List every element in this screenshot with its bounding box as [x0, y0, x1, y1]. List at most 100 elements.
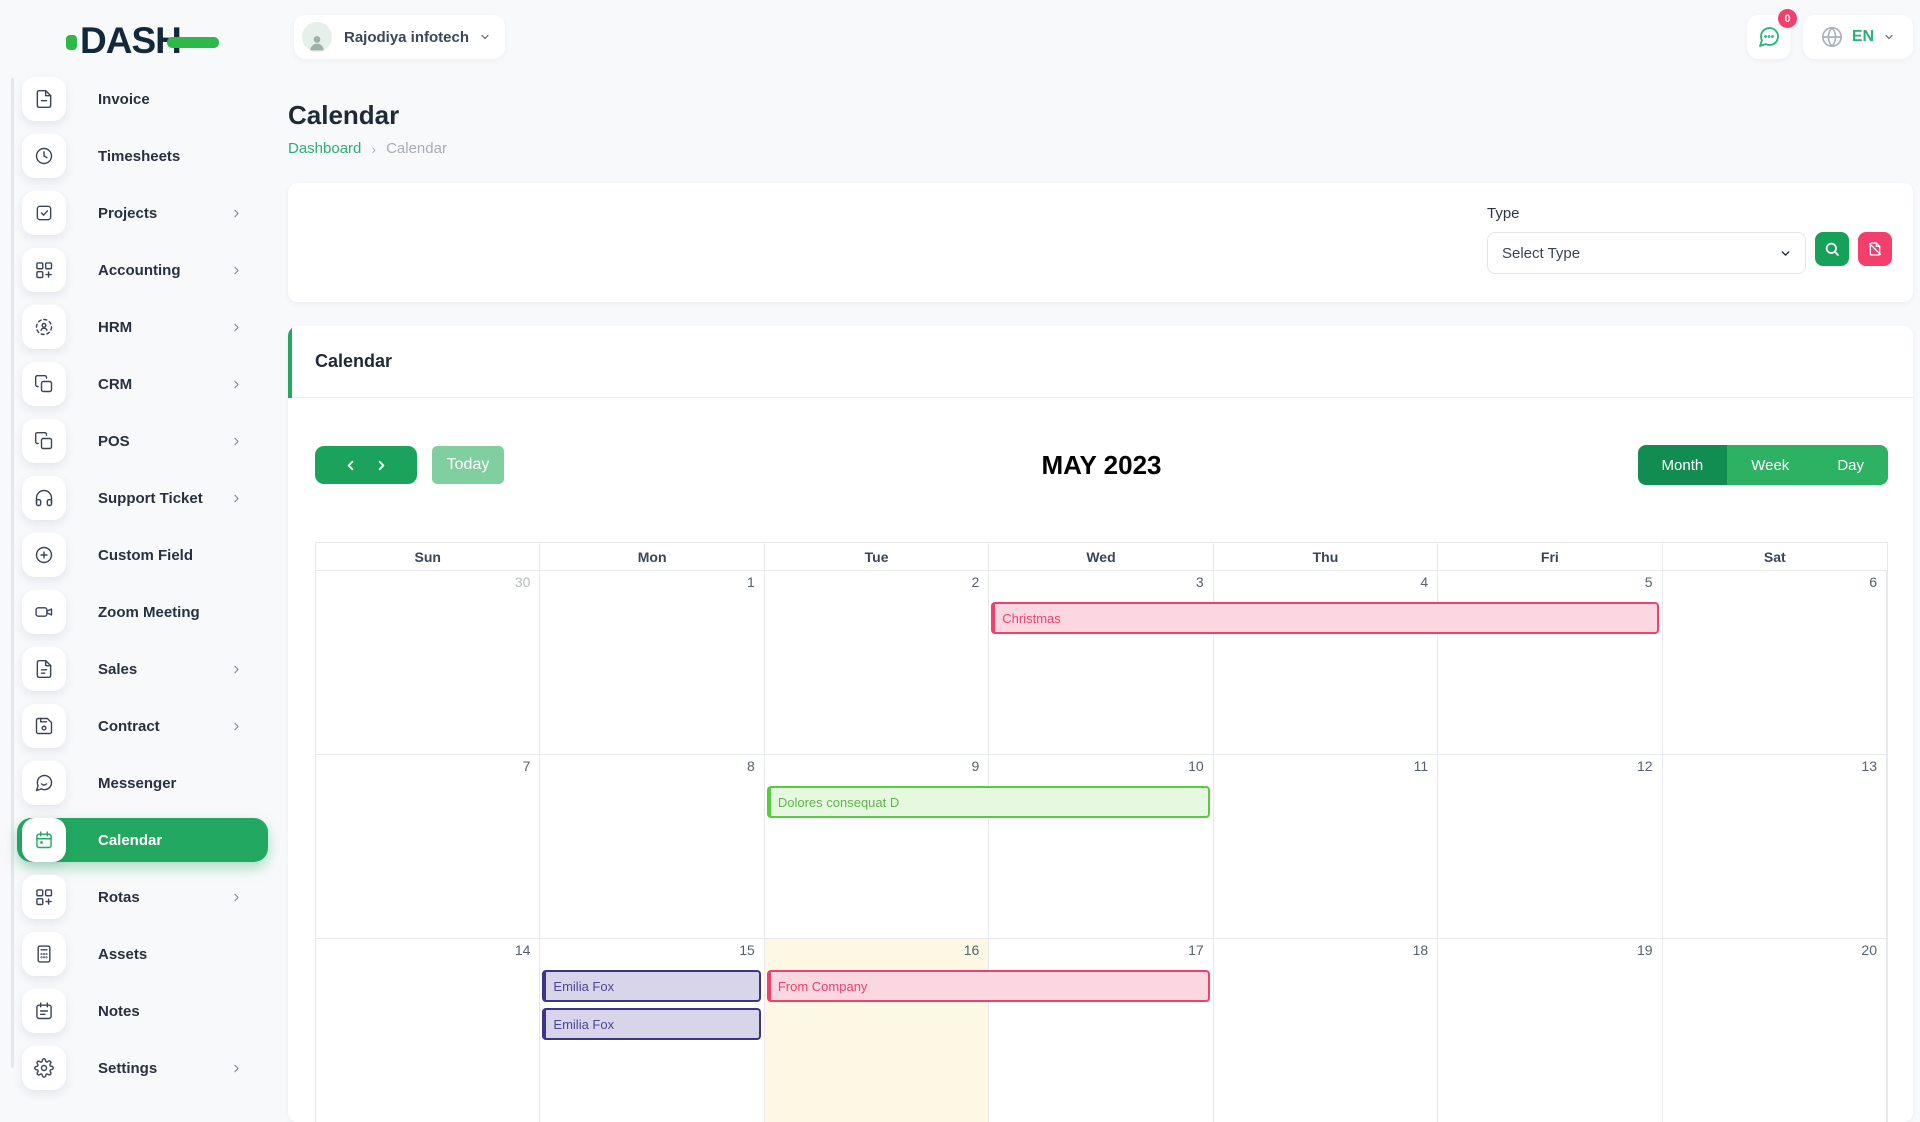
save-icon	[22, 704, 66, 748]
breadcrumb-dashboard-link[interactable]: Dashboard	[288, 140, 361, 157]
chevron-right-icon	[230, 207, 243, 220]
calendar-day-cell[interactable]: 14	[316, 939, 540, 1122]
type-select[interactable]: Select Type	[1487, 232, 1806, 274]
chevron-down-icon	[479, 31, 491, 43]
sidebar-item-zoom-meeting[interactable]: Zoom Meeting	[17, 590, 268, 634]
sidebar-item-label: Support Ticket	[98, 490, 203, 507]
sidebar-item-notes[interactable]: Notes	[17, 989, 268, 1033]
notification-badge: 0	[1778, 9, 1797, 28]
language-selector[interactable]: EN	[1803, 15, 1913, 59]
day-header-mon: Mon	[540, 543, 764, 570]
calendar-event[interactable]: Emilia Fox	[542, 1008, 760, 1040]
calendar-day-cell[interactable]: 2	[765, 571, 989, 754]
sidebar-item-sales[interactable]: Sales	[17, 647, 268, 691]
calendar-week-row: 78 9 1011 12 13 Dolores consequat D	[316, 754, 1887, 938]
search-icon	[1824, 241, 1840, 257]
calendar-grid: SunMonTueWedThuFriSat 30123456Christmas7…	[315, 542, 1888, 1122]
file-text-icon	[22, 647, 66, 691]
calendar-day-cell[interactable]: 12	[1438, 755, 1662, 938]
calendar-day-cell[interactable]: 30	[316, 571, 540, 754]
sidebar-item-timesheets[interactable]: Timesheets	[17, 134, 268, 178]
sidebar-item-label: Settings	[98, 1060, 157, 1077]
sidebar-item-messenger[interactable]: Messenger	[17, 761, 268, 805]
plus-circle-icon	[22, 533, 66, 577]
calendar-week-row: 30 12 3456Christmas	[316, 570, 1887, 754]
sidebar-item-label: Sales	[98, 661, 137, 678]
sidebar-item-custom-field[interactable]: Custom Field	[17, 533, 268, 577]
chevron-right-icon	[230, 378, 243, 391]
sidebar-item-label: Calendar	[98, 832, 162, 849]
view-month-button[interactable]: Month	[1638, 445, 1728, 485]
chevron-down-icon	[1779, 247, 1792, 260]
day-number: 7	[523, 758, 531, 774]
day-number: 1	[747, 574, 755, 590]
sidebar-item-rotas[interactable]: Rotas	[17, 875, 268, 919]
calendar-day-cell[interactable]: 13	[1663, 755, 1887, 938]
day-number: 17	[1188, 942, 1204, 958]
calendar-day-cell[interactable]: 18	[1214, 939, 1438, 1122]
app-logo[interactable]: DASH	[66, 18, 219, 62]
calendar-day-cell[interactable]: 20	[1663, 939, 1887, 1122]
calendar-day-cell[interactable]: 7	[316, 755, 540, 938]
sidebar-item-invoice[interactable]: Invoice	[17, 77, 268, 121]
calendar-day-cell[interactable]: 19	[1438, 939, 1662, 1122]
calendar-day-cell[interactable]: 3	[989, 571, 1213, 754]
breadcrumb: Dashboard › Calendar	[288, 140, 1913, 157]
calendar-day-cell[interactable]: 6	[1663, 571, 1887, 754]
calendar-day-cell[interactable]: 1	[540, 571, 764, 754]
sidebar-item-label: Assets	[98, 946, 147, 963]
search-button[interactable]	[1815, 232, 1849, 266]
calendar-event[interactable]: Christmas	[991, 602, 1658, 634]
clock-icon	[22, 134, 66, 178]
company-selector[interactable]: Rajodiya infotech	[294, 15, 505, 59]
calendar-day-cell-today[interactable]: 16	[765, 939, 989, 1122]
sidebar-item-support-ticket[interactable]: Support Ticket	[17, 476, 268, 520]
sidebar-item-label: Messenger	[98, 775, 176, 792]
view-switcher: MonthWeekDay	[1638, 445, 1888, 485]
sidebar-item-assets[interactable]: Assets	[17, 932, 268, 976]
day-number: 18	[1413, 942, 1429, 958]
reset-filter-button[interactable]	[1858, 232, 1892, 266]
note-icon	[22, 989, 66, 1033]
calendar-day-cell[interactable]: 4	[1214, 571, 1438, 754]
day-number: 30	[515, 574, 531, 590]
calendar-event[interactable]: Dolores consequat D	[767, 786, 1210, 818]
sidebar-item-contract[interactable]: Contract	[17, 704, 268, 748]
day-number: 3	[1196, 574, 1204, 590]
company-name: Rajodiya infotech	[344, 29, 469, 46]
calendar-day-cell[interactable]: 11	[1214, 755, 1438, 938]
day-number: 9	[971, 758, 979, 774]
sidebar-item-projects[interactable]: Projects	[17, 191, 268, 235]
calendar-day-cell[interactable]: 17	[989, 939, 1213, 1122]
topbar-actions: 0 EN	[1747, 15, 1913, 59]
view-week-button[interactable]: Week	[1727, 445, 1813, 485]
sidebar-item-pos[interactable]: POS	[17, 419, 268, 463]
calendar-day-cell[interactable]: 8	[540, 755, 764, 938]
video-icon	[22, 590, 66, 634]
day-header-sun: Sun	[316, 543, 540, 570]
day-header-fri: Fri	[1438, 543, 1662, 570]
calendar-day-cell[interactable]: 5	[1438, 571, 1662, 754]
sidebar-item-label: HRM	[98, 319, 132, 336]
sidebar-item-label: CRM	[98, 376, 132, 393]
language-code: EN	[1852, 28, 1874, 46]
main-content: Calendar Dashboard › Calendar Type Selec…	[288, 75, 1913, 1122]
day-number: 12	[1637, 758, 1653, 774]
sidebar-item-settings[interactable]: Settings	[17, 1046, 268, 1090]
calendar-day-cell[interactable]: 10	[989, 755, 1213, 938]
messages-button[interactable]: 0	[1747, 15, 1791, 59]
logo-dot	[66, 35, 77, 50]
sidebar-item-calendar[interactable]: Calendar	[17, 818, 268, 862]
calendar-card-header: Calendar	[288, 326, 1913, 398]
type-label: Type	[1487, 205, 1892, 222]
day-number: 19	[1637, 942, 1653, 958]
sidebar-item-accounting[interactable]: Accounting	[17, 248, 268, 292]
sidebar-item-hrm[interactable]: HRM	[17, 305, 268, 349]
view-day-button[interactable]: Day	[1813, 445, 1888, 485]
calendar-day-cell[interactable]: 9	[765, 755, 989, 938]
calendar-event[interactable]: Emilia Fox	[542, 970, 760, 1002]
calendar-event[interactable]: From Company	[767, 970, 1210, 1002]
clear-filter-icon	[1867, 241, 1883, 257]
sidebar-item-crm[interactable]: CRM	[17, 362, 268, 406]
day-header-wed: Wed	[989, 543, 1213, 570]
